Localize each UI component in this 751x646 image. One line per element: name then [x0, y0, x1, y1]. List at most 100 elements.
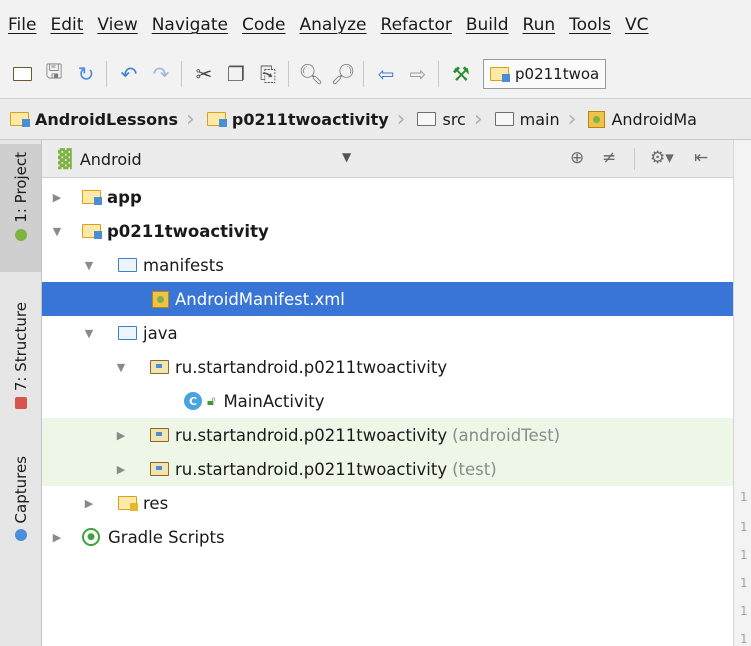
line-number: 1 [740, 490, 748, 504]
manifest-file-icon [588, 110, 606, 128]
resource-folder-icon [118, 496, 138, 511]
replace-icon[interactable]: 🔎︎ [327, 58, 359, 90]
folder-icon [118, 326, 137, 340]
line-number: 1 [740, 604, 748, 618]
manifest-file-icon [152, 290, 169, 308]
scroll-from-source-icon[interactable]: ⊕ [570, 148, 584, 168]
tree-node: app [82, 188, 142, 207]
expand-arrow-icon[interactable]: ▶ [114, 429, 128, 442]
android-icon [14, 228, 27, 241]
expand-arrow-icon[interactable]: ▶ [114, 463, 128, 476]
tree-row-app[interactable]: ▶ app [42, 180, 733, 214]
folder-icon [417, 112, 437, 126]
collapse-arrow-icon[interactable]: ▼ [82, 327, 96, 340]
toolbar-separator [363, 61, 366, 87]
package-icon [150, 428, 169, 442]
expand-arrow-icon[interactable]: ▶ [50, 531, 64, 544]
menu-file[interactable]: File [8, 15, 36, 35]
redo-icon[interactable]: ↷ [145, 58, 177, 90]
menu-navigate[interactable]: Navigate [152, 15, 228, 35]
package-icon [150, 462, 169, 476]
tree-node: ru.startandroid.p0211twoactivity (test) [150, 460, 497, 479]
tree-row-gradle-scripts[interactable]: ▶ ● Gradle Scripts [42, 520, 733, 554]
save-all-icon[interactable]: 🖫 [38, 58, 70, 90]
make-project-icon[interactable]: ⚒ [445, 58, 477, 90]
expand-arrow-icon[interactable]: ▶ [50, 191, 64, 204]
run-configuration-selector[interactable]: p0211twoa [483, 59, 607, 89]
cut-icon[interactable]: ✂ [188, 58, 220, 90]
tool-tab-project[interactable]: 1: Project [0, 144, 41, 272]
dropdown-arrow-icon[interactable]: ▼ [342, 150, 351, 164]
line-number: 1 [740, 632, 748, 646]
source-set-label: (androidTest) [452, 425, 561, 445]
menu-refactor[interactable]: Refactor [381, 15, 452, 35]
tree-node: AndroidManifest.xml [152, 290, 345, 309]
forward-icon[interactable]: ⇨ [402, 58, 434, 90]
collapse-arrow-icon[interactable]: ▼ [50, 225, 64, 238]
tree-row-module[interactable]: ▼ p0211twoactivity [42, 214, 733, 248]
tool-tab-captures[interactable]: Captures [0, 450, 41, 570]
tree-label: res [143, 493, 169, 513]
tree-row-android-manifest[interactable]: AndroidManifest.xml [42, 282, 733, 316]
tree-node: res [118, 494, 168, 513]
public-access-icon: 🔓︎ [207, 393, 216, 409]
menu-vcs[interactable]: VC [625, 15, 649, 35]
menu-code[interactable]: Code [242, 15, 286, 35]
tool-tab-structure[interactable]: 7: Structure [0, 296, 41, 426]
tree-node: ● Gradle Scripts [82, 528, 225, 547]
breadcrumb-chevron-icon: › [567, 106, 577, 132]
settings-gear-icon[interactable]: ⚙▾ [650, 148, 674, 168]
project-view-selector[interactable]: ▓ Android [58, 145, 142, 173]
paste-icon[interactable]: ⎘ [252, 58, 284, 90]
find-icon[interactable]: 🔍︎ [295, 58, 327, 90]
collapse-arrow-icon[interactable]: ▼ [114, 361, 128, 374]
view-selector-label: Android [79, 149, 142, 169]
breadcrumb-src[interactable]: src [407, 110, 471, 129]
breadcrumb-manifest[interactable]: AndroidMa [578, 110, 702, 129]
undo-icon[interactable]: ↶ [113, 58, 145, 90]
tree-row-java[interactable]: ▼ java [42, 316, 733, 350]
breadcrumb-chevron-icon: › [396, 106, 406, 132]
package-icon [150, 360, 169, 374]
tree-row-res[interactable]: ▶ res [42, 486, 733, 520]
tree-row-package-main[interactable]: ▼ ru.startandroid.p0211twoactivity [42, 350, 733, 384]
tree-label: ru.startandroid.p0211twoactivity [175, 425, 448, 445]
expand-arrow-icon[interactable]: ▶ [82, 497, 96, 510]
class-icon: C [184, 392, 202, 410]
tree-row-main-activity[interactable]: C 🔓︎ MainActivity [42, 384, 733, 418]
menu-tools[interactable]: Tools [569, 15, 611, 35]
menu-run[interactable]: Run [523, 15, 556, 35]
menu-build[interactable]: Build [466, 15, 509, 35]
breadcrumb-label: AndroidLessons [35, 109, 179, 129]
toolbar-separator [288, 61, 291, 87]
breadcrumb-project[interactable]: AndroidLessons [0, 110, 184, 129]
sync-icon[interactable]: ↻ [70, 58, 102, 90]
tree-node: ru.startandroid.p0211twoactivity (androi… [150, 426, 560, 445]
menu-analyze[interactable]: Analyze [300, 15, 367, 35]
tree-label: p0211twoactivity [107, 221, 269, 241]
hide-panel-icon[interactable]: ⇤ [694, 148, 708, 168]
toolbar: 🖫 ↻ ↶ ↷ ✂ ❐ ⎘ 🔍︎ 🔎︎ ⇦ ⇨ ⚒ p0211twoa [0, 50, 751, 98]
breadcrumb-main[interactable]: main [485, 110, 566, 129]
breadcrumb-module[interactable]: p0211twoactivity [197, 110, 395, 129]
back-icon[interactable]: ⇦ [370, 58, 402, 90]
collapse-all-icon[interactable]: ≠ [602, 148, 616, 168]
gradle-icon: ● [82, 528, 100, 546]
tree-row-package-android-test[interactable]: ▶ ru.startandroid.p0211twoactivity (andr… [42, 418, 733, 452]
folder-icon [494, 112, 514, 126]
collapse-arrow-icon[interactable]: ▼ [82, 259, 96, 272]
tree-row-package-test[interactable]: ▶ ru.startandroid.p0211twoactivity (test… [42, 452, 733, 486]
toolbar-separator [438, 61, 441, 87]
copy-icon[interactable]: ❐ [220, 58, 252, 90]
breadcrumb-label: AndroidMa [611, 109, 697, 129]
tree-node: C 🔓︎ MainActivity [184, 392, 325, 411]
module-folder-icon [82, 224, 102, 239]
tree-node: manifests [118, 256, 224, 275]
tree-row-manifests[interactable]: ▼ manifests [42, 248, 733, 282]
menu-edit[interactable]: Edit [50, 15, 83, 35]
menu-view[interactable]: View [97, 15, 137, 35]
structure-icon [14, 397, 27, 410]
tool-tab-label: Captures [11, 456, 30, 524]
line-number: 1 [740, 548, 748, 562]
open-folder-icon[interactable] [6, 58, 38, 90]
